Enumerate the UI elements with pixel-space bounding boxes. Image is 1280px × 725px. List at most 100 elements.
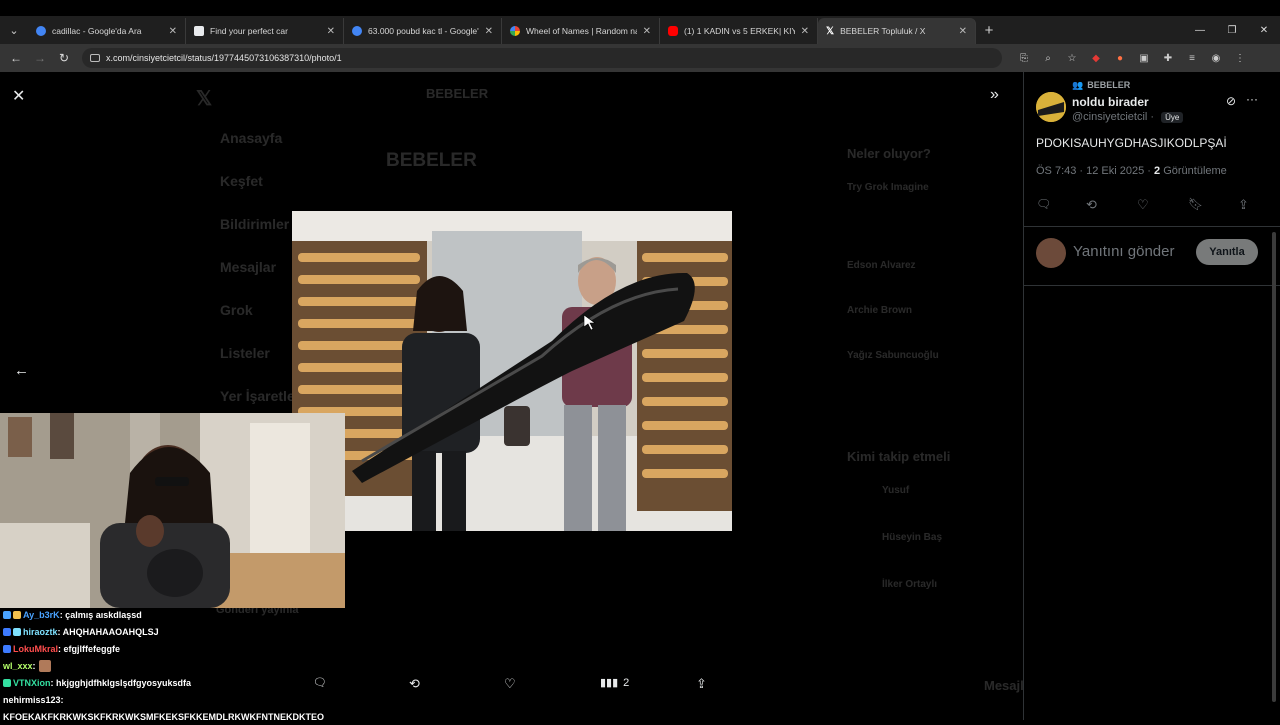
wheel-favicon-icon: [510, 26, 520, 36]
x-favicon-icon: 𝕏: [826, 25, 835, 37]
webcam-feed-illustration: [0, 413, 345, 608]
chat-message: nehirmiss123 :: [0, 691, 345, 708]
extensions-puzzle-icon[interactable]: ✚: [1156, 53, 1180, 64]
views-label: Görüntüleme: [1160, 165, 1227, 177]
tweet-sidebar: 👥 BEBELER noldu birader @cinsiyetcietcil …: [1023, 72, 1280, 720]
bookmark-icon[interactable]: 🔖︎: [1188, 197, 1203, 211]
chat-message: wl_xxx :: [0, 657, 345, 674]
community-label[interactable]: 👥 BEBELER: [1072, 80, 1130, 91]
chat-text: :: [60, 694, 64, 705]
page-favicon-icon: [194, 26, 204, 36]
chat-username: VTNXion: [13, 677, 51, 688]
divider: [1024, 285, 1280, 286]
share-icon[interactable]: ⇪: [1238, 197, 1249, 213]
browser-tab[interactable]: (1) 1 KADIN vs 5 ERKEK| KIYAFE... ✕: [660, 18, 818, 44]
scrollbar[interactable]: [1272, 232, 1276, 702]
reply-icon[interactable]: 🗨: [1036, 197, 1051, 211]
extension-orange-icon[interactable]: ●: [1108, 53, 1132, 64]
browser-tab[interactable]: cadillac - Google'da Ara ✕: [28, 18, 186, 44]
chat-message: VTNXion: hkjgghjdfhklgslşdfgyosyuksdfa: [0, 674, 345, 691]
chat-message: hiraoztk: AHQHAHAAOAHQLSJ: [0, 623, 345, 640]
chat-username: nehirmiss123: [3, 694, 61, 705]
repost-icon[interactable]: ⟲: [409, 676, 420, 692]
restore-icon[interactable]: ❐: [1216, 25, 1248, 36]
avatar[interactable]: [1036, 92, 1066, 122]
site-info-icon[interactable]: [90, 54, 100, 62]
community-name: BEBELER: [1087, 80, 1131, 90]
chat-badge-icon: [13, 627, 21, 636]
back-icon[interactable]: ←: [4, 51, 28, 65]
browser-tab[interactable]: Wheel of Names | Random name picker ✕: [502, 18, 660, 44]
address-bar-row: ← → ↻ x.com/cinsiyetcietcil/status/19774…: [0, 44, 1280, 72]
close-icon[interactable]: ✕: [12, 86, 25, 106]
tweet-text: PDOKISAUHYGDHASJIKODLPŞAİ: [1036, 136, 1227, 150]
expand-sidebar-icon[interactable]: »: [990, 86, 999, 104]
views-button[interactable]: ▮▮▮ 2: [600, 676, 630, 690]
install-app-icon[interactable]: ⎘: [1012, 53, 1036, 64]
chat-username: LokuMkral: [13, 643, 59, 654]
tab-title: Wheel of Names | Random name picker: [526, 26, 637, 36]
extension-grey-icon[interactable]: ▣: [1132, 53, 1156, 64]
tab-title: Find your perfect car: [210, 26, 288, 36]
chat-text: : hkjgghjdfhklgslşdfgyosyuksdfa: [50, 677, 192, 688]
forward-icon[interactable]: →: [28, 51, 52, 65]
share-icon[interactable]: ⇪: [696, 676, 707, 692]
browser-tab-strip: ⌄ cadillac - Google'da Ara ✕ Find your pe…: [0, 16, 1280, 44]
new-tab-button[interactable]: +: [976, 22, 1002, 39]
browser-tab-active[interactable]: 𝕏 BEBELER Topluluk / X ✕: [818, 18, 976, 44]
close-tab-icon[interactable]: ✕: [643, 26, 651, 37]
extension-red-icon[interactable]: ◆: [1084, 53, 1108, 64]
chat-badge-icon: [3, 610, 11, 619]
tweet-action-row: 🗨 ⟲ ♡ 🔖︎ ⇪: [1036, 197, 1268, 219]
tweet-photo[interactable]: [292, 211, 732, 531]
chat-message: LokuMkral: efgjlffefeggfe: [0, 640, 345, 657]
chat-text: :: [32, 660, 36, 671]
more-options-icon[interactable]: ···: [1246, 92, 1258, 106]
emote-icon: [38, 659, 51, 672]
tab-search-icon[interactable]: ⌄: [0, 16, 28, 44]
chat-badge-icon: [3, 627, 11, 636]
handle-text: @cinsiyetcietcil: [1072, 111, 1148, 123]
member-badge: Üye: [1161, 112, 1184, 123]
chat-text: : AHQHAHAAOAHQLSJ: [57, 626, 159, 637]
close-tab-icon[interactable]: ✕: [485, 26, 493, 37]
close-tab-icon[interactable]: ✕: [959, 26, 967, 37]
chat-username: wl_xxx: [3, 660, 33, 671]
author-handle[interactable]: @cinsiyetcietcil · Üye: [1072, 111, 1184, 123]
close-tab-icon[interactable]: ✕: [169, 26, 177, 37]
bookmark-star-icon[interactable]: ☆: [1060, 53, 1084, 64]
minimize-icon[interactable]: —: [1184, 25, 1216, 36]
browser-tab[interactable]: 63.000 poubd kac tl - Google'da Ara ✕: [344, 18, 502, 44]
zoom-icon[interactable]: ⌕: [1036, 53, 1060, 64]
previous-arrow-icon[interactable]: ←: [14, 362, 29, 379]
chat-badge-icon: [3, 644, 11, 653]
chat-username: Ay_b3rK: [23, 609, 60, 620]
url-text: x.com/cinsiyetcietcil/status/19774450731…: [106, 53, 342, 63]
like-icon[interactable]: ♡: [1137, 197, 1149, 213]
browser-menu-icon[interactable]: ⋮: [1228, 53, 1252, 64]
close-tab-icon[interactable]: ✕: [327, 26, 335, 37]
views-chart-icon: ▮▮▮: [600, 677, 619, 689]
google-favicon-icon: [36, 26, 46, 36]
reading-list-icon[interactable]: ≡: [1180, 53, 1204, 64]
reply-button[interactable]: Yanıtla: [1196, 239, 1258, 265]
close-tab-icon[interactable]: ✕: [801, 26, 809, 37]
chat-text: KFOEKAKFKRKWKSKFKRKWKSMFKEKSFKKEMDLRKWKF…: [3, 711, 324, 722]
os-top-bar: [0, 0, 1280, 16]
toolbar-extensions: ⎘ ⌕ ☆ ◆ ● ▣ ✚ ≡ ◉ ⋮: [1012, 53, 1252, 64]
url-field[interactable]: x.com/cinsiyetcietcil/status/19774450731…: [82, 48, 1002, 68]
browser-tab[interactable]: Find your perfect car ✕: [186, 18, 344, 44]
profile-avatar-icon[interactable]: ◉: [1204, 53, 1228, 64]
close-window-icon[interactable]: ✕: [1248, 25, 1280, 36]
grok-icon[interactable]: ⊘: [1226, 94, 1236, 108]
reload-icon[interactable]: ↻: [52, 51, 76, 65]
tab-title: BEBELER Topluluk / X: [840, 26, 926, 36]
tweet-timestamp[interactable]: ÖS 7:43 · 12 Eki 2025 ·: [1036, 165, 1154, 177]
chat-username: hiraoztk: [23, 626, 58, 637]
views-count: 2: [623, 676, 630, 689]
reply-input[interactable]: Yanıtını gönder: [1073, 243, 1174, 260]
repost-icon[interactable]: ⟲: [1086, 197, 1097, 213]
author-name[interactable]: noldu birader: [1072, 95, 1149, 109]
window-controls: — ❐ ✕: [1184, 16, 1280, 44]
like-icon[interactable]: ♡: [504, 676, 516, 692]
